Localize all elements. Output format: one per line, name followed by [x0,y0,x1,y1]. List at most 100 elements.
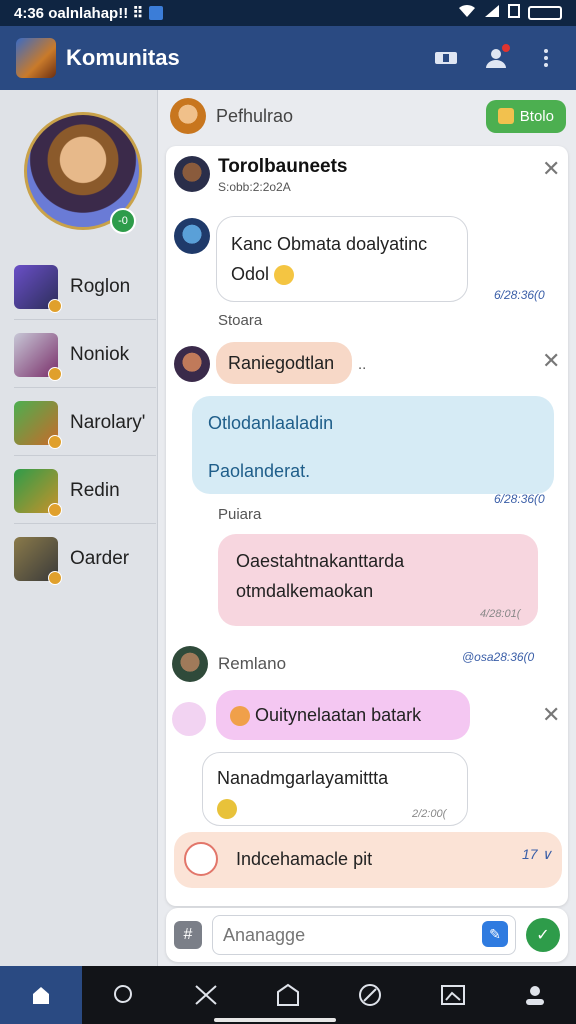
signal-icon [484,4,500,22]
sidebar-item-redin[interactable]: Redin [14,458,156,524]
emoji-icon [217,799,237,820]
hero-thumb [14,537,62,585]
sidebar-item-label: Narolary' [70,411,146,433]
composer: # ✎ ✓ [166,908,568,962]
count-badge[interactable]: 17 ∨ [522,846,552,863]
rank-icon [48,298,62,313]
sender-name: Remlano [218,654,287,673]
chat-icon [114,985,133,1003]
avatar[interactable] [172,646,208,682]
status-bar: 4:36 oalnlahap!! ⠿ [0,0,576,26]
close-icon[interactable]: ✕ [542,702,560,728]
rank-icon [48,366,62,381]
heroes-icon [195,985,217,1005]
rank-icon [48,502,62,517]
bottom-nav [0,966,576,1024]
home-indicator [214,1018,336,1022]
send-button[interactable]: ✓ [526,918,560,952]
cat-icon [184,842,218,876]
typing-dots: .. [358,356,367,373]
message-input[interactable] [212,915,516,955]
message-text: Nanadmgarlayamittta [217,768,389,788]
store-icon [276,983,299,1006]
sidebar-item-label: Redin [70,479,120,501]
message-text: Otlodanlaaladin [208,413,334,433]
avatar[interactable] [170,98,206,134]
gallery-icon [440,985,465,1005]
nav-explore[interactable] [329,966,411,1024]
cards-icon[interactable] [432,44,460,72]
app-logo [16,38,56,78]
timestamp: @osa28:36(0 [462,650,535,664]
chat-title: Torolbauneets [218,156,348,177]
sidebar-item-oarder[interactable]: Oarder [14,526,156,592]
message-bubble[interactable]: Otlodanlaaladin Paolanderat. [192,396,554,494]
sidebar: -0 Roglon Noniok Narolary' Redin Oarder [0,90,158,966]
avatar[interactable] [174,156,210,192]
close-icon[interactable]: ✕ [542,156,560,182]
message-text: Oaestahtnakanttarda [236,551,405,571]
rank-icon [48,434,62,449]
avatar[interactable] [174,346,210,382]
sidebar-item-label: Roglon [70,275,131,297]
status-pill[interactable]: Btolo [485,99,566,133]
close-icon[interactable]: ✕ [542,348,560,374]
timestamp: 4/28:01( [480,608,521,620]
message-bubble[interactable]: Kanc Obmata doalyatinc Odol [216,216,468,302]
status-text: 4:36 oalnlahap!! ⠿ [14,5,144,22]
hero-thumb [14,400,62,449]
home-icon [33,987,50,1004]
message-text-2: otmdalkemaokan [236,581,374,601]
nav-heroes[interactable] [165,966,247,1024]
emoji-icon [230,706,250,727]
message-text-2: Odol [231,259,453,289]
notification-icon [149,6,164,20]
user-icon [525,986,544,1005]
battery-icon [528,6,562,20]
message-bubble[interactable]: Raniegodtlan [216,342,352,384]
hero-thumb [14,332,62,381]
sim-icon [508,4,520,22]
reaction-avatar [172,702,206,736]
sidebar-item-label: Oarder [70,548,130,569]
status-right [458,4,562,22]
message-text: Indcehamacle pit [236,849,373,869]
sidebar-item-label: Noniok [70,343,130,365]
nav-profile[interactable] [494,966,576,1024]
profile-badge: -0 [110,208,136,234]
status-left: 4:36 oalnlahap!! ⠿ [14,4,164,22]
more-icon[interactable] [532,44,560,72]
message-bubble[interactable]: Ouitynelaatan batark [216,690,470,740]
sidebar-item-noniok[interactable]: Noniok [14,322,156,388]
message-bubble[interactable]: Indcehamacle pit [174,832,562,888]
hero-thumb [14,468,62,517]
main-panel: Pefhulrao Btolo Torolbauneets S:obb:2:2o… [158,90,576,966]
app-actions [432,44,560,72]
nav-store[interactable] [247,966,329,1024]
avatar[interactable] [174,218,210,254]
emoji-icon [274,265,295,286]
sender-name: Puiara [218,506,262,523]
app-bar: Komunitas [0,26,576,90]
chat-subtitle: S:obb:2:2o2A [218,180,291,194]
profile-icon[interactable] [482,44,510,72]
wifi-icon [458,4,476,22]
timestamp: 6/28:36(0 [494,288,545,302]
timestamp: 2/2:00( [412,808,447,820]
chat-card: Torolbauneets S:obb:2:2o2A ✕ Kanc Obmata… [166,146,568,906]
message-text: Ouitynelaatan batark [255,705,422,725]
pill-label: Btolo [519,107,554,125]
pen-icon[interactable]: ✎ [482,921,508,947]
pill-icon [497,108,514,124]
nav-chat[interactable] [82,966,164,1024]
message-text: Kanc Obmata doalyatinc [231,234,428,254]
attach-icon[interactable]: # [174,921,202,949]
nav-gallery[interactable] [411,966,493,1024]
timestamp: 6/28:36(0 [494,492,545,506]
sidebar-item-narolary[interactable]: Narolary' [14,390,156,456]
nav-home[interactable] [0,966,83,1024]
message-text-2: Paolanderat. [208,461,311,481]
sidebar-item-roglon[interactable]: Roglon [14,254,156,320]
sender-name: Stoara [218,312,263,329]
top-row: Pefhulrao Btolo [170,96,566,136]
